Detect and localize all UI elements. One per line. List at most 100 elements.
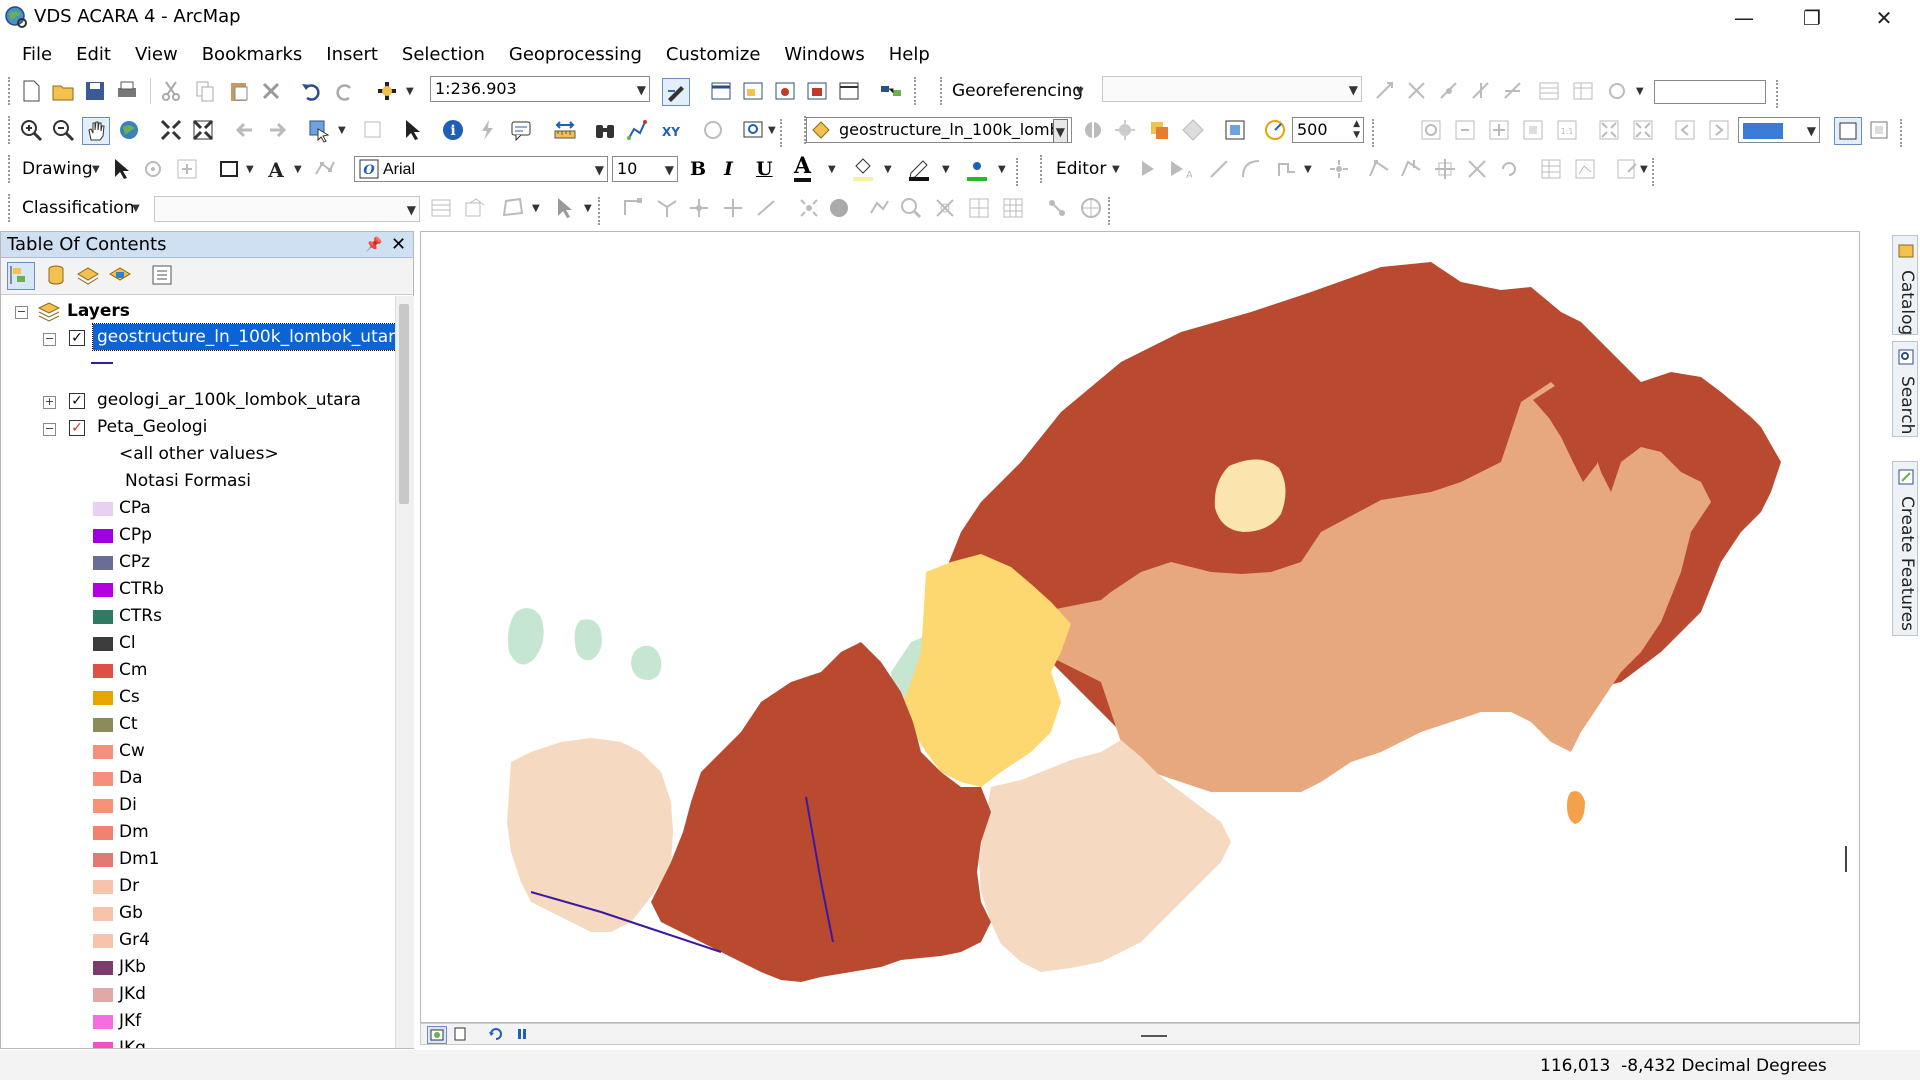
- toc-scrollbar[interactable]: [395, 296, 414, 1048]
- toolbar-grip[interactable]: [8, 116, 14, 144]
- chevron-down-icon[interactable]: ▼: [584, 203, 592, 214]
- chevron-down-icon[interactable]: ▼: [884, 164, 892, 175]
- toolbar-grip[interactable]: [940, 77, 946, 105]
- pin-icon[interactable]: 📌: [365, 232, 382, 258]
- layers-root[interactable]: Layers: [67, 298, 130, 324]
- toggle-draft-mode-icon[interactable]: [1834, 117, 1862, 145]
- menu-selection[interactable]: Selection: [390, 44, 497, 65]
- toolbar-grip[interactable]: [598, 197, 604, 225]
- toolbar-grip[interactable]: [914, 77, 920, 105]
- menu-customize[interactable]: Customize: [654, 44, 772, 65]
- chevron-down-icon[interactable]: ▼: [406, 86, 414, 97]
- copy-icon[interactable]: [192, 78, 218, 104]
- map-resize-handle[interactable]: [1845, 846, 1847, 872]
- construct-features-icon[interactable]: [686, 195, 712, 221]
- page-pan-icon[interactable]: [1486, 117, 1512, 143]
- map-display[interactable]: [420, 231, 1860, 1023]
- chevron-down-icon[interactable]: ▼: [942, 164, 950, 175]
- page-forward-icon[interactable]: [1706, 117, 1732, 143]
- refresh-icon[interactable]: [487, 1026, 505, 1042]
- fixed-zoom-in-icon[interactable]: [158, 117, 184, 143]
- page-fixed-zoom-in-icon[interactable]: [1596, 117, 1622, 143]
- chevron-down-icon[interactable]: ▼: [1112, 164, 1120, 175]
- font-size-combobox[interactable]: 10 ▼: [612, 156, 678, 182]
- toolbar-grip[interactable]: [1372, 119, 1378, 147]
- tolerance-spinbox[interactable]: 500 ▲ ▼: [1292, 117, 1364, 143]
- transparency-icon[interactable]: [1180, 117, 1206, 143]
- toolbar-grip[interactable]: [8, 77, 14, 105]
- close-icon[interactable]: ✕: [391, 232, 406, 258]
- collapse-layer-icon[interactable]: −: [43, 423, 56, 436]
- create-training-sample-icon[interactable]: [462, 195, 488, 221]
- html-popup-icon[interactable]: [508, 117, 534, 143]
- find-binoculars-icon[interactable]: [592, 117, 618, 143]
- rotate-feature-icon[interactable]: [1496, 156, 1522, 182]
- shift-icon[interactable]: [1468, 78, 1494, 104]
- menu-file[interactable]: File: [10, 44, 64, 65]
- identify-icon[interactable]: i: [440, 117, 466, 143]
- expand-layer-icon[interactable]: +: [43, 396, 56, 409]
- scale-icon[interactable]: [1500, 78, 1526, 104]
- sphere-icon[interactable]: [826, 195, 852, 221]
- chevron-down-icon[interactable]: ▼: [92, 164, 100, 175]
- new-document-icon[interactable]: [18, 78, 44, 104]
- trace-icon[interactable]: [1274, 156, 1300, 182]
- rectangle-icon[interactable]: [216, 156, 242, 182]
- drawing-menu[interactable]: Drawing: [22, 159, 93, 179]
- rotate-icon[interactable]: [1436, 78, 1462, 104]
- shared-features-icon[interactable]: [720, 195, 746, 221]
- menu-bookmarks[interactable]: Bookmarks: [190, 44, 315, 65]
- map-polygon-mint-island[interactable]: [631, 645, 662, 680]
- auto-register-icon[interactable]: [1404, 78, 1430, 104]
- topology-edit-icon[interactable]: [620, 195, 646, 221]
- zoom-out-icon[interactable]: [50, 117, 76, 143]
- view-link-table-icon[interactable]: [1570, 78, 1596, 104]
- measure-icon[interactable]: [552, 117, 578, 143]
- edit-vertices-toolbar-icon[interactable]: [1366, 156, 1392, 182]
- table-of-contents-icon[interactable]: [708, 78, 734, 104]
- chevron-down-icon[interactable]: ▼: [1807, 119, 1816, 142]
- cut-icon[interactable]: [158, 78, 184, 104]
- chevron-down-icon[interactable]: ▼: [1304, 164, 1312, 175]
- edit-annotation-icon[interactable]: A: [1166, 156, 1192, 182]
- page-fixed-zoom-out-icon[interactable]: [1630, 117, 1656, 143]
- full-extent-globe-icon[interactable]: [116, 117, 142, 143]
- underline-button[interactable]: U: [756, 158, 773, 180]
- list-by-drawing-order-icon[interactable]: [7, 262, 35, 290]
- italic-button[interactable]: I: [724, 158, 733, 180]
- edit-vertices-icon[interactable]: [312, 156, 338, 182]
- control-point-icon[interactable]: [1372, 78, 1398, 104]
- cut-polygons-icon[interactable]: [1432, 156, 1458, 182]
- collapse-layers-icon[interactable]: −: [15, 306, 28, 319]
- point-icon[interactable]: [1326, 156, 1352, 182]
- show-shared-icon[interactable]: [754, 195, 780, 221]
- search-tab[interactable]: Search: [1892, 341, 1918, 437]
- font-family-combobox[interactable]: O Arial ▼: [354, 156, 608, 182]
- toolbar-grip[interactable]: [1776, 80, 1782, 108]
- pause-drawing-icon[interactable]: [513, 1026, 531, 1042]
- list-by-selection-icon[interactable]: [107, 262, 133, 288]
- catalog-window-icon[interactable]: [740, 78, 766, 104]
- restore-button[interactable]: ❐: [1778, 0, 1846, 35]
- select-elements-icon[interactable]: [400, 117, 426, 143]
- fill-color-bucket-icon[interactable]: [850, 156, 876, 182]
- splitter-handle[interactable]: [1141, 1035, 1167, 1037]
- classification-menu[interactable]: Classification: [22, 198, 134, 218]
- menu-windows[interactable]: Windows: [772, 44, 876, 65]
- toolbar-grip[interactable]: [1016, 158, 1022, 186]
- toolbar-grip[interactable]: [8, 155, 14, 183]
- swipe-icon[interactable]: [1080, 117, 1106, 143]
- fixed-zoom-out-icon[interactable]: [190, 117, 216, 143]
- toolbar-grip[interactable]: [1900, 119, 1906, 147]
- search-window-icon[interactable]: [772, 78, 798, 104]
- layout-zoom-combobox[interactable]: ▼: [1738, 117, 1820, 143]
- menu-edit[interactable]: Edit: [64, 44, 123, 65]
- layer-visibility-checkbox[interactable]: ✓: [69, 393, 85, 409]
- previous-extent-icon[interactable]: [232, 117, 258, 143]
- delete-icon[interactable]: [258, 78, 284, 104]
- chevron-down-icon[interactable]: ▼: [828, 164, 836, 175]
- end-point-arc-icon[interactable]: [1238, 156, 1264, 182]
- scrollbar-thumb[interactable]: [399, 304, 409, 504]
- map-polygon-mint-island[interactable]: [574, 619, 602, 661]
- chevron-down-icon[interactable]: ▼: [1349, 78, 1358, 101]
